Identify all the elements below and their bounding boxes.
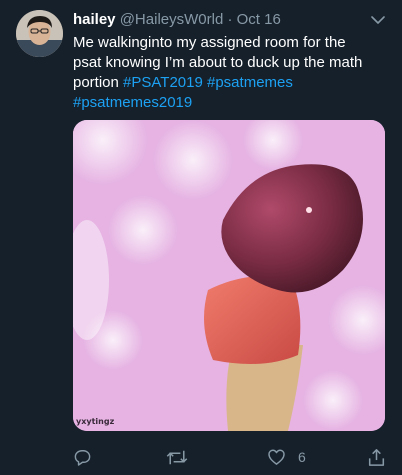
share-icon xyxy=(368,448,385,467)
heart-icon xyxy=(267,448,286,466)
hashtag-link[interactable]: #PSAT2019 xyxy=(123,74,203,91)
chevron-down-icon[interactable] xyxy=(370,13,386,25)
retweet-icon xyxy=(166,448,188,467)
like-button[interactable]: 6 xyxy=(267,446,306,468)
media-watermark: yxytingz xyxy=(76,417,115,426)
tweet-actions: 6 xyxy=(73,446,385,468)
hashtag-link[interactable]: #psatmemes2019 xyxy=(73,94,192,111)
display-name[interactable]: hailey xyxy=(73,11,116,28)
reply-button[interactable] xyxy=(73,446,92,468)
hashtag-link[interactable]: #psatmemes xyxy=(207,74,293,91)
tweet-header: hailey @HaileysW0rld · Oct 16 xyxy=(73,11,362,29)
separator-dot: · xyxy=(227,11,233,28)
tweet[interactable]: hailey @HaileysW0rld · Oct 16 Me walking… xyxy=(0,0,402,475)
reply-icon xyxy=(73,448,92,467)
tweet-text: Me walkinginto my assigned room for the … xyxy=(73,33,378,113)
user-handle[interactable]: @HaileysW0rld xyxy=(120,11,224,28)
avatar-image xyxy=(16,10,63,57)
retweet-button[interactable] xyxy=(166,446,188,468)
share-button[interactable] xyxy=(368,446,385,468)
like-count: 6 xyxy=(298,449,306,465)
media-image xyxy=(73,120,385,431)
tweet-date[interactable]: Oct 16 xyxy=(237,11,281,28)
tweet-media[interactable]: yxytingz xyxy=(73,120,385,431)
avatar[interactable] xyxy=(16,10,63,57)
